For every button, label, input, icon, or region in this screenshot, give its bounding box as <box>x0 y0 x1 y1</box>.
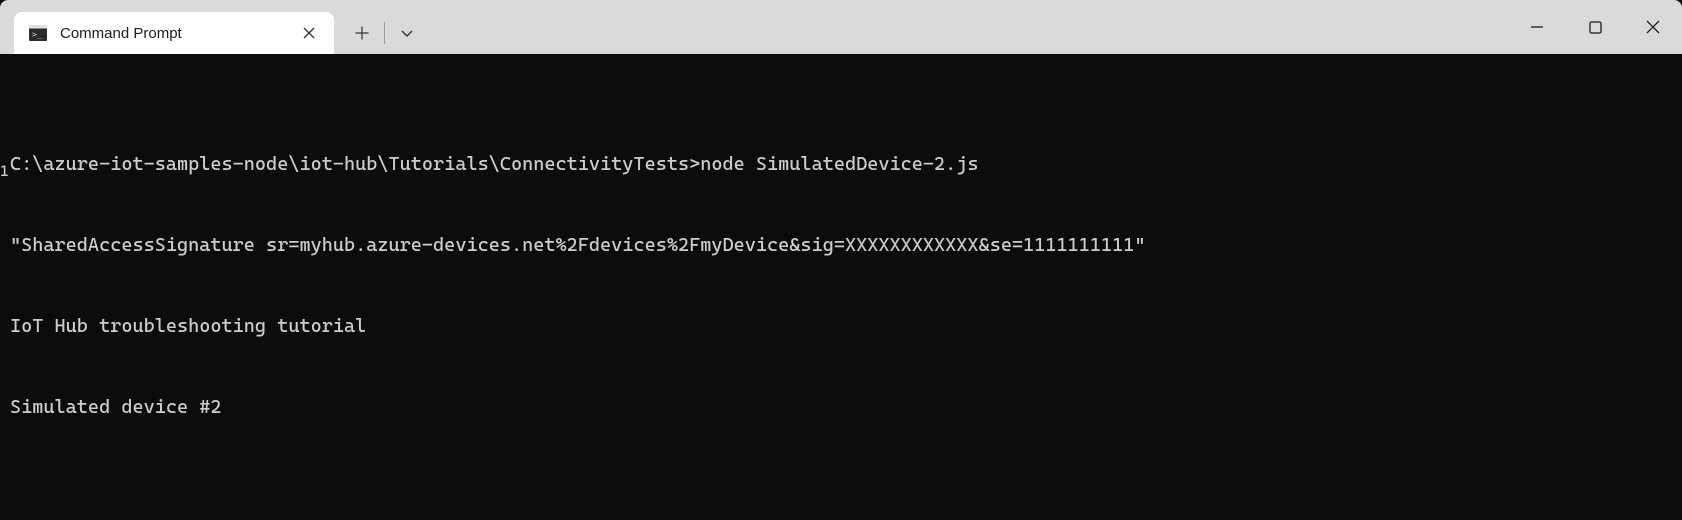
maximize-button[interactable] <box>1566 6 1624 48</box>
tab-actions <box>340 12 429 54</box>
new-tab-button[interactable] <box>340 12 384 54</box>
terminal-output[interactable]: 1 C:\azure-iot-samples-node\iot-hub\Tuto… <box>0 54 1682 520</box>
svg-text:>_: >_ <box>32 30 42 39</box>
terminal-line: "SharedAccessSignature sr=myhub.azure-de… <box>10 232 1672 259</box>
tab-command-prompt[interactable]: >_ Command Prompt <box>14 12 334 54</box>
tab-dropdown-button[interactable] <box>385 12 429 54</box>
titlebar: >_ Command Prompt <box>0 0 1682 54</box>
window-close-button[interactable] <box>1624 6 1682 48</box>
terminal-line: Simulated device #2 <box>10 394 1672 421</box>
tab-close-button[interactable] <box>298 22 320 44</box>
tab-strip: >_ Command Prompt <box>0 0 1508 54</box>
close-icon <box>1646 20 1660 34</box>
terminal-line: IoT Hub troubleshooting tutorial <box>10 313 1672 340</box>
cmd-icon: >_ <box>28 23 48 43</box>
terminal-line: C:\azure-iot-samples-node\iot-hub\Tutori… <box>10 151 1672 178</box>
terminal-line <box>10 475 1672 502</box>
close-icon <box>303 27 315 39</box>
gutter-marker: 1 <box>0 158 9 185</box>
tab-title: Command Prompt <box>60 25 286 42</box>
maximize-icon <box>1589 21 1602 34</box>
chevron-down-icon <box>400 26 414 40</box>
window-controls <box>1508 0 1682 54</box>
minimize-button[interactable] <box>1508 6 1566 48</box>
plus-icon <box>355 26 369 40</box>
minimize-icon <box>1530 20 1544 34</box>
